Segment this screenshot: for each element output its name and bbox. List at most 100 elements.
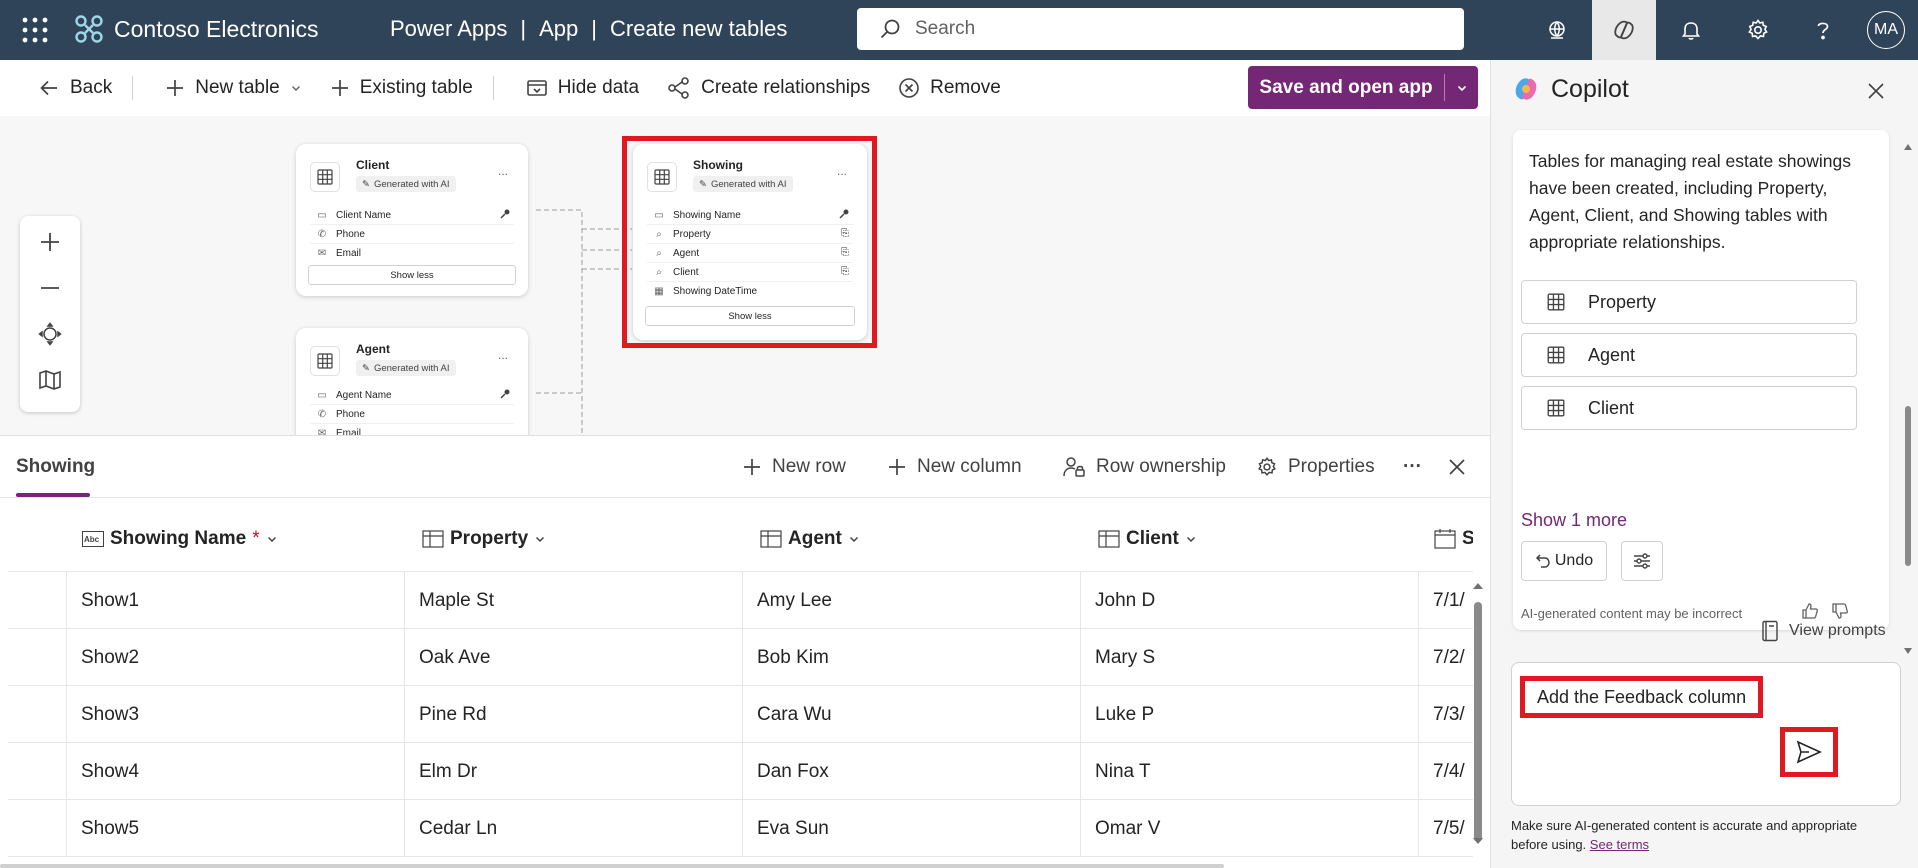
more-options-icon[interactable]: ... — [498, 164, 508, 178]
field-row[interactable]: ▭ Client Name — [310, 206, 514, 225]
user-avatar[interactable]: MA — [1867, 11, 1905, 49]
create-relationships-button[interactable]: Create relationships — [653, 60, 884, 116]
back-button[interactable]: Back — [0, 60, 126, 116]
field-name: Phone — [336, 228, 365, 240]
remove-button[interactable]: Remove — [884, 60, 1015, 116]
grid-vertical-scrollbar[interactable] — [1470, 580, 1486, 850]
environment-icon[interactable] — [1525, 0, 1589, 60]
panel-title-tab[interactable]: Showing — [16, 456, 95, 478]
save-and-open-app-button[interactable]: Save and open app — [1248, 66, 1478, 109]
table-row[interactable]: Show3 Pine Rd Cara Wu Luke P 7/3/ — [8, 686, 1473, 743]
cell-property[interactable]: Pine Rd — [404, 686, 487, 743]
thumbs-up-icon[interactable] — [1801, 602, 1819, 620]
table-row[interactable]: Show5 Cedar Ln Eva Sun Omar V 7/5/ — [8, 800, 1473, 857]
settings-gear-icon[interactable] — [1726, 0, 1790, 60]
existing-table-button[interactable]: Existing table — [316, 60, 487, 116]
notifications-icon[interactable] — [1659, 0, 1723, 60]
agent-table-card[interactable]: Agent ✎ Generated with AI ... ▭ Agent Name… — [296, 328, 528, 435]
column-header-showing-datetime[interactable]: Sho — [1434, 528, 1473, 550]
send-button[interactable] — [1780, 727, 1838, 777]
table-ref-agent[interactable]: Agent — [1521, 333, 1857, 377]
cell-client[interactable]: Luke P — [1080, 686, 1154, 743]
table-designer-canvas[interactable]: Client ✎ Generated with AI ... ▭ Client Na… — [0, 116, 1490, 436]
breadcrumb-power-apps[interactable]: Power Apps — [390, 16, 507, 42]
cell-agent[interactable]: Dan Fox — [742, 743, 829, 800]
undo-button[interactable]: Undo — [1521, 541, 1607, 581]
field-row[interactable]: ✆ Phone — [310, 405, 514, 424]
column-label: Client — [1126, 528, 1179, 549]
table-row[interactable]: Show1 Maple St Amy Lee John D 7/1/ — [8, 572, 1473, 629]
field-row[interactable]: ▭ Agent Name — [310, 386, 514, 405]
cell-showing-name[interactable]: Show2 — [66, 629, 139, 686]
row-ownership-button[interactable]: Row ownership — [1062, 446, 1226, 488]
cell-agent[interactable]: Cara Wu — [742, 686, 832, 743]
brand[interactable]: Contoso Electronics — [74, 12, 319, 46]
cell-showing-datetime[interactable]: 7/5/ — [1418, 800, 1465, 857]
column-header-agent[interactable]: Agent — [760, 528, 860, 550]
column-header-property[interactable]: Property — [422, 528, 546, 550]
show-more-link[interactable]: Show 1 more — [1521, 510, 1627, 531]
save-options-chevron-down-icon[interactable] — [1445, 66, 1478, 109]
see-terms-link[interactable]: See terms — [1590, 837, 1649, 852]
table-row[interactable]: Show4 Elm Dr Dan Fox Nina T 7/4/ — [8, 743, 1473, 800]
breadcrumb-app[interactable]: App — [539, 16, 578, 42]
cell-agent[interactable]: Bob Kim — [742, 629, 829, 686]
cell-showing-datetime[interactable]: 7/2/ — [1418, 629, 1465, 686]
new-row-label: New row — [772, 456, 846, 477]
properties-button[interactable]: Properties — [1256, 446, 1375, 488]
new-table-button[interactable]: New table — [139, 60, 316, 116]
cell-agent[interactable]: Amy Lee — [742, 572, 832, 629]
hide-data-button[interactable]: Hide data — [500, 60, 653, 116]
cell-showing-name[interactable]: Show4 — [66, 743, 139, 800]
cell-client[interactable]: Mary S — [1080, 629, 1155, 686]
lookup-type-icon — [760, 530, 782, 548]
field-row[interactable]: ✆ Phone — [310, 225, 514, 244]
column-header-client[interactable]: Client — [1098, 528, 1197, 550]
field-row[interactable]: ✉ Email — [310, 424, 514, 435]
lookup-type-icon — [1098, 530, 1120, 548]
field-row[interactable]: ✉ Email — [310, 244, 514, 263]
new-column-button[interactable]: New column — [887, 446, 1022, 488]
chat-input-text[interactable]: Add the Feedback column — [1520, 676, 1764, 718]
cell-property[interactable]: Oak Ave — [404, 629, 490, 686]
close-panel-icon[interactable] — [1448, 446, 1466, 488]
cell-showing-datetime[interactable]: 7/3/ — [1418, 686, 1465, 743]
cell-showing-name[interactable]: Show1 — [66, 572, 139, 629]
column-header-showing-name[interactable]: Abc Showing Name * — [82, 528, 278, 550]
table-row[interactable]: Show2 Oak Ave Bob Kim Mary S 7/2/ — [8, 629, 1473, 686]
grid-horizontal-scrollbar[interactable] — [0, 864, 1224, 868]
show-less-button[interactable]: Show less — [308, 265, 516, 285]
cell-showing-name[interactable]: Show3 — [66, 686, 139, 743]
adjust-settings-icon[interactable] — [1621, 541, 1663, 581]
close-copilot-icon[interactable] — [1867, 82, 1885, 100]
more-options-ellipsis-icon[interactable]: ··· — [1403, 446, 1422, 488]
cell-showing-name[interactable]: Show5 — [66, 800, 139, 857]
help-icon[interactable] — [1791, 0, 1855, 60]
view-prompts-button[interactable]: View prompts — [1761, 620, 1886, 642]
thumbs-down-icon[interactable] — [1831, 602, 1849, 620]
copilot-toggle-icon[interactable] — [1592, 0, 1656, 60]
cell-client[interactable]: Omar V — [1080, 800, 1160, 857]
client-table-card[interactable]: Client ✎ Generated with AI ... ▭ Client Na… — [296, 144, 528, 296]
table-ref-property[interactable]: Property — [1521, 280, 1857, 324]
cell-agent[interactable]: Eva Sun — [742, 800, 829, 857]
cell-client[interactable]: John D — [1080, 572, 1155, 629]
grid-header-row: Abc Showing Name* Property Agent Client — [8, 498, 1473, 572]
divider — [492, 76, 494, 100]
cell-showing-datetime[interactable]: 7/1/ — [1418, 572, 1465, 629]
cell-client[interactable]: Nina T — [1080, 743, 1151, 800]
new-row-button[interactable]: New row — [742, 446, 846, 488]
app-launcher-icon[interactable] — [20, 15, 50, 45]
copilot-chat-input[interactable]: Add the Feedback column — [1511, 662, 1901, 806]
copilot-scrollbar[interactable] — [1901, 130, 1915, 654]
more-options-icon[interactable]: ... — [498, 348, 508, 362]
cell-showing-datetime[interactable]: 7/4/ — [1418, 743, 1465, 800]
save-and-open-label[interactable]: Save and open app — [1248, 66, 1444, 109]
table-ref-client[interactable]: Client — [1521, 386, 1857, 430]
field-name: Agent Name — [336, 389, 392, 401]
cell-property[interactable]: Maple St — [404, 572, 494, 629]
remove-circle-icon — [898, 77, 920, 99]
search-input[interactable]: Search — [857, 8, 1464, 50]
cell-property[interactable]: Cedar Ln — [404, 800, 497, 857]
cell-property[interactable]: Elm Dr — [404, 743, 477, 800]
